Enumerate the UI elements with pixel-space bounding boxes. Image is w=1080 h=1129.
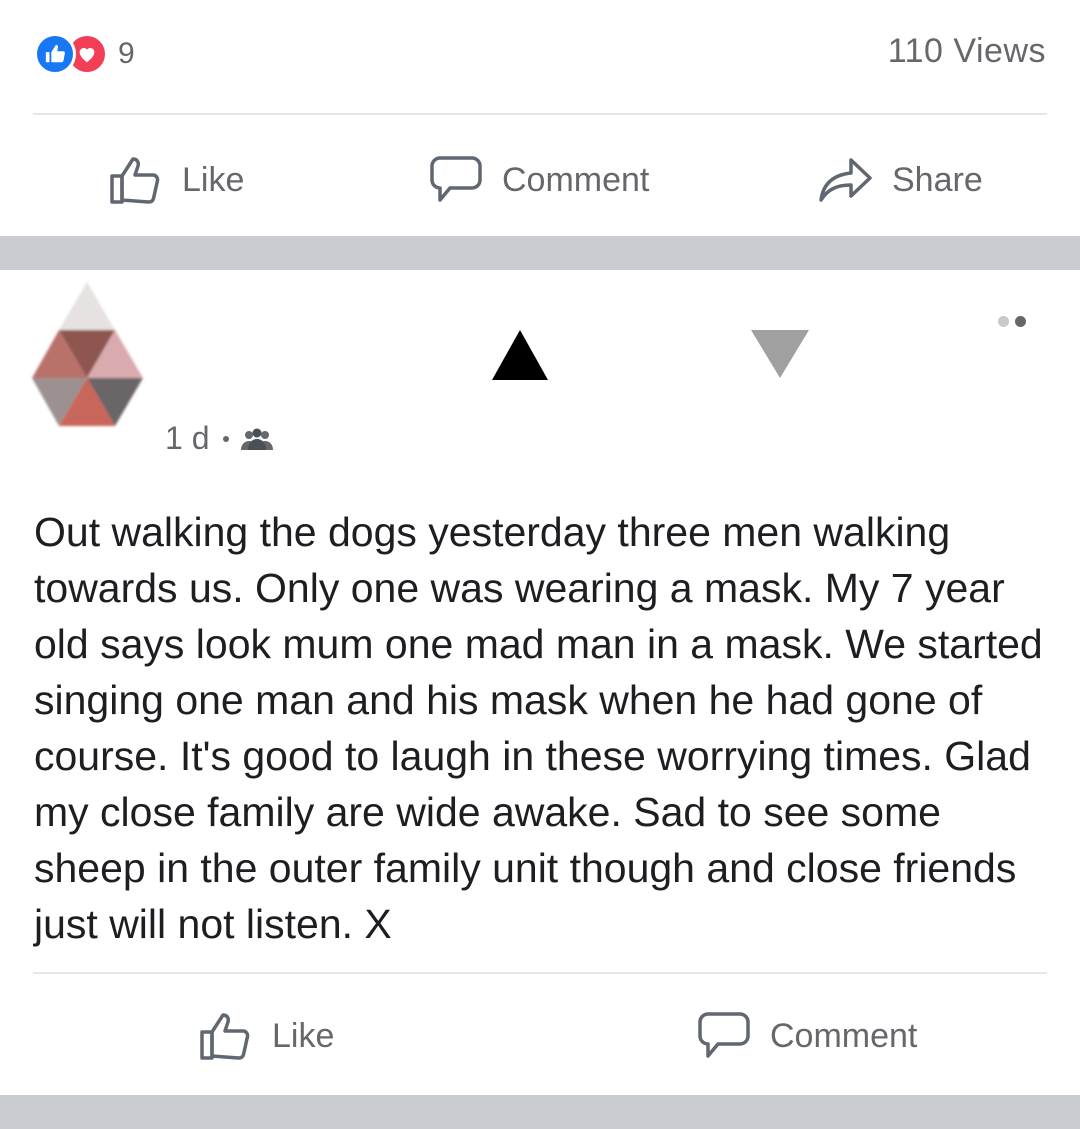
comment-icon xyxy=(430,156,482,202)
views-count: 110 Views xyxy=(887,32,1046,70)
like-label: Like xyxy=(272,1016,335,1055)
like-label: Like xyxy=(182,160,245,199)
more-options-button[interactable] xyxy=(998,316,1026,327)
redaction-triangle-up xyxy=(492,330,548,380)
divider xyxy=(33,972,1047,974)
feed-separator xyxy=(0,236,1080,270)
more-dot-icon xyxy=(1015,316,1026,327)
comment-button[interactable]: Comment xyxy=(428,154,649,206)
top-action-bar: Like Comment Share xyxy=(0,132,1080,222)
post-meta: 1 d xyxy=(165,420,275,457)
share-arrow-icon xyxy=(819,158,872,202)
comment-label: Comment xyxy=(770,1016,918,1055)
post-timestamp[interactable]: 1 d xyxy=(165,420,209,457)
share-label: Share xyxy=(892,160,983,199)
divider xyxy=(33,113,1047,115)
thumbs-up-icon xyxy=(200,1013,250,1060)
avatar[interactable] xyxy=(30,280,145,430)
post-stats-bar: 9 110 Views xyxy=(0,0,1080,112)
reactions-summary[interactable]: 9 xyxy=(34,32,135,76)
separator-dot xyxy=(223,435,230,442)
more-dot-icon xyxy=(998,316,1009,327)
comment-label: Comment xyxy=(502,160,650,199)
feed-separator xyxy=(0,1095,1080,1129)
redaction-triangle-down xyxy=(751,330,809,378)
like-reaction-icon xyxy=(34,33,76,75)
comment-button[interactable]: Comment xyxy=(696,1010,917,1062)
reaction-count: 9 xyxy=(118,37,135,70)
post-action-bar: Like Comment xyxy=(0,990,1080,1080)
comment-icon xyxy=(698,1012,750,1058)
group-icon xyxy=(241,428,274,450)
like-button[interactable]: Like xyxy=(198,1010,334,1062)
post-body-text: Out walking the dogs yesterday three men… xyxy=(34,509,1043,947)
thumbs-up-icon xyxy=(110,157,160,204)
share-button[interactable]: Share xyxy=(818,154,983,206)
like-button[interactable]: Like xyxy=(108,154,244,206)
